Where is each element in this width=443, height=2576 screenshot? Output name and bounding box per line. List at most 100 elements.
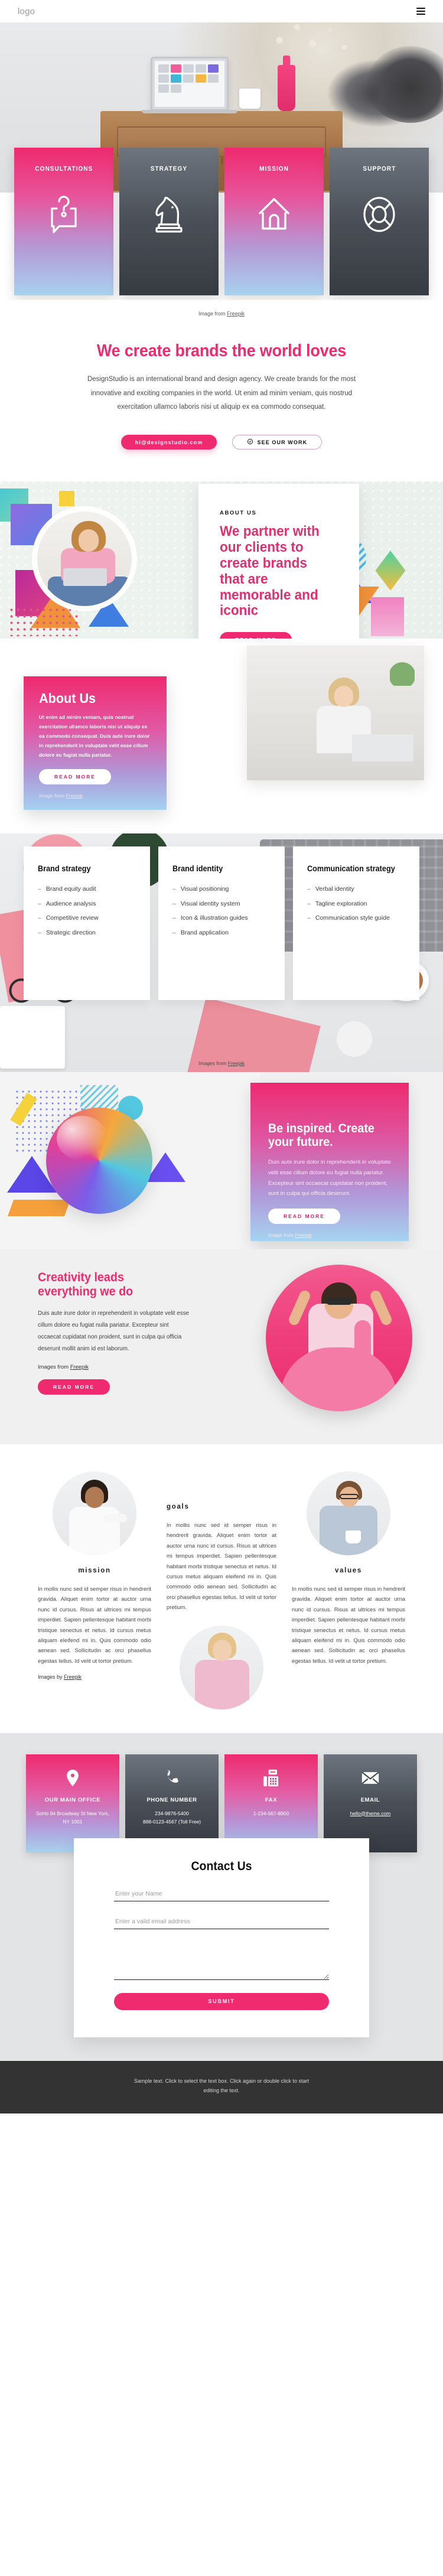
- laptop-screen: [155, 61, 224, 107]
- partner-heading: We partner with our clients to create br…: [220, 523, 320, 619]
- inspired-section: Be inspired. Create your future. Duis au…: [0, 1072, 443, 1250]
- mvg-body: In mollis nunc sed id semper risus in he…: [38, 1585, 151, 1664]
- earbuds-decor: [337, 1021, 372, 1057]
- mvg-section: mission In mollis nunc sed id semper ris…: [0, 1444, 443, 1733]
- logo[interactable]: logo: [18, 6, 35, 17]
- list-item-label: Brand equity audit: [45, 885, 96, 893]
- mvg-body: In mollis nunc sed id semper risus in he…: [292, 1585, 405, 1664]
- dash-icon: –: [307, 885, 311, 893]
- name-input[interactable]: [114, 1887, 329, 1901]
- hero-image-credit: Image from Freepik: [0, 300, 443, 317]
- contact-card-label: PHONE NUMBER: [146, 1796, 197, 1803]
- freepik-link[interactable]: Freepik: [227, 311, 245, 317]
- dash-icon: –: [38, 914, 41, 922]
- email-button[interactable]: hi@designstudio.com: [120, 435, 217, 450]
- credit-prefix: Images from: [198, 1060, 228, 1067]
- freepik-link[interactable]: Freepik: [228, 1060, 245, 1066]
- hamburger-bar: [416, 14, 425, 15]
- partner-section: ABOUT US We partner with our clients to …: [0, 481, 443, 639]
- creativity-image-credit: Images from Freepik: [38, 1363, 191, 1370]
- plant-decor: [390, 652, 415, 686]
- inspired-image-credit: Image from Freepik: [268, 1232, 391, 1238]
- service-card-strategy[interactable]: STRATEGY: [119, 148, 219, 295]
- see-our-work-button[interactable]: SEE OUR WORK: [232, 435, 323, 450]
- list-item-label: Icon & illustration guides: [180, 914, 248, 922]
- sunglasses-decor: [326, 1298, 352, 1305]
- inspired-body: Duis aute irure dolor in reprehenderit i…: [268, 1159, 391, 1197]
- mvg-columns: mission In mollis nunc sed id semper ris…: [0, 1471, 443, 1709]
- vase-decor: [278, 56, 295, 111]
- service-card-title: CONSULTATIONS: [34, 165, 93, 172]
- inspired-read-more-button[interactable]: READ MORE: [268, 1209, 340, 1225]
- service-column-list: – Verbal identity – Tagline exploration – C…: [307, 882, 405, 926]
- about-photo: [247, 646, 424, 781]
- about-body: Ut enim ad minim veniam, quis nostrud ex…: [39, 714, 150, 758]
- list-item: – Brand application: [172, 926, 271, 940]
- partner-portrait: [32, 506, 137, 612]
- flamingo-float-decor: [280, 1320, 397, 1412]
- dash-icon: –: [172, 885, 176, 893]
- creativity-photo-circle: [266, 1265, 412, 1412]
- mvg-body: In mollis nunc sed id semper risus in he…: [167, 1522, 276, 1611]
- contact-card-label: OUR MAIN OFFICE: [44, 1796, 101, 1803]
- avatar: [180, 1625, 263, 1709]
- list-item: – Strategic direction: [38, 926, 136, 940]
- partner-read-more-button[interactable]: READ MORE: [220, 632, 292, 639]
- intro-section: We create brands the world loves DesignS…: [0, 317, 443, 481]
- service-column-communication-strategy: Communication strategy – Verbal identity …: [293, 846, 419, 1001]
- mvg-image-credit: Images by Freepik: [38, 1674, 151, 1680]
- about-card: About Us Ut enim ad minim veniam, quis n…: [24, 676, 167, 810]
- phone-icon: [162, 1767, 182, 1789]
- contact-card-label: EMAIL: [360, 1796, 380, 1803]
- intro-heading: We create brands the world loves: [96, 341, 347, 360]
- about-image-credit: Image from Freepik: [39, 793, 151, 799]
- service-card-consultations[interactable]: CONSULTATIONS: [14, 148, 113, 295]
- service-column-title: Brand identity: [172, 864, 223, 874]
- map-pin-icon: [63, 1767, 83, 1789]
- services-columns: Brand strategy – Brand equity audit – Audi…: [0, 846, 443, 1001]
- mvg-title: mission: [78, 1567, 111, 1575]
- list-item-label: Brand application: [180, 929, 229, 937]
- freepik-link[interactable]: Freepik: [64, 1674, 82, 1680]
- service-card-title: SUPPORT: [362, 165, 396, 172]
- service-card-title: MISSION: [259, 165, 289, 172]
- dash-icon: –: [38, 885, 41, 893]
- creativity-text-block: Creativity leads everything we do Duis a…: [38, 1271, 191, 1395]
- house-icon: [255, 193, 293, 236]
- service-card-support[interactable]: SUPPORT: [330, 148, 429, 295]
- hamburger-icon[interactable]: [416, 8, 425, 15]
- submit-button[interactable]: SUBMIT: [114, 1992, 329, 2010]
- freepik-link[interactable]: Freepik: [295, 1232, 311, 1238]
- creativity-read-more-button[interactable]: READ MORE: [38, 1379, 110, 1395]
- mvg-title: goals: [167, 1503, 190, 1511]
- services-section: Brand strategy – Brand equity audit – Audi…: [0, 833, 443, 1073]
- about-read-more-button[interactable]: READ MORE: [39, 769, 111, 785]
- credit-prefix: Images from: [38, 1363, 70, 1370]
- page-root: logo CONSULTATIONS STRATEGY MISSION SUPP…: [0, 0, 443, 2113]
- avatar: [307, 1471, 390, 1556]
- message-textarea[interactable]: [114, 1943, 329, 1980]
- service-column-title: Communication strategy: [307, 864, 395, 874]
- contact-card-value: hello@theme.com: [342, 1809, 399, 1818]
- freepik-link[interactable]: Freepik: [70, 1363, 89, 1370]
- envelope-icon: [360, 1767, 380, 1789]
- services-image-credit: Images from Freepik: [0, 1060, 443, 1066]
- service-column-list: – Visual positioning – Visual identity sys…: [172, 882, 271, 940]
- freepik-link[interactable]: Freepik: [66, 793, 82, 799]
- partner-eyebrow: ABOUT US: [220, 510, 257, 517]
- mvg-title: values: [334, 1567, 362, 1575]
- list-item-label: Visual positioning: [180, 885, 229, 893]
- gradient-sphere-decor: [46, 1108, 152, 1214]
- lifebuoy-icon: [360, 193, 398, 236]
- mug-decor: [239, 89, 260, 109]
- email-input[interactable]: [114, 1915, 329, 1929]
- laptop-decor: [151, 57, 229, 111]
- list-item-label: Communication style guide: [315, 914, 390, 922]
- contact-form-title: Contact Us: [191, 1859, 252, 1873]
- list-item: – Audience analysis: [38, 897, 136, 911]
- fax-icon: [261, 1767, 281, 1789]
- creativity-heading: Creativity leads everything we do: [38, 1271, 133, 1298]
- service-card-mission[interactable]: MISSION: [224, 148, 324, 295]
- email-link[interactable]: hello@theme.com: [350, 1810, 391, 1816]
- laptop-base-decor: [142, 110, 237, 113]
